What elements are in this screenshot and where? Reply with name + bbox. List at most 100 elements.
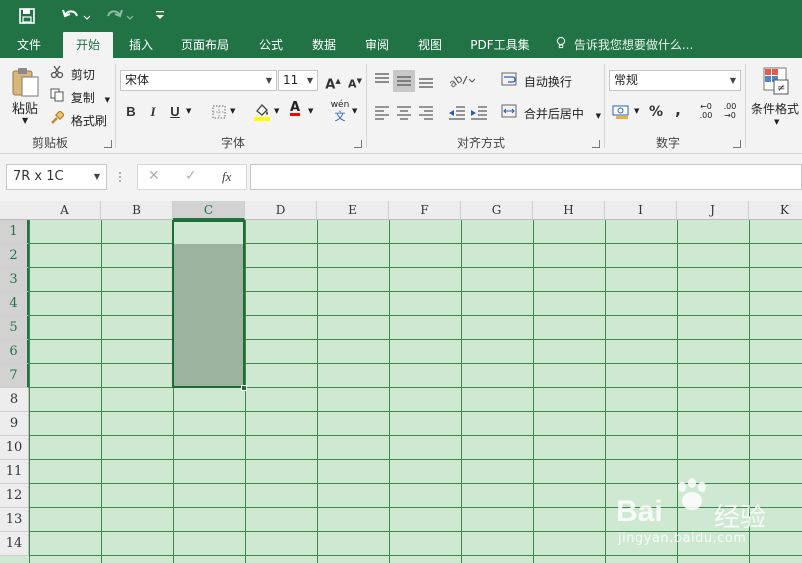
row-header-5[interactable]: 5 <box>0 316 29 340</box>
customize-icon[interactable] <box>154 9 166 21</box>
insert-function-icon[interactable]: fx <box>222 169 231 185</box>
column-header-c[interactable]: C <box>173 201 245 220</box>
italic-button[interactable]: I <box>142 101 164 123</box>
alignment-launcher-icon[interactable] <box>592 140 600 148</box>
fill-color-icon[interactable] <box>253 102 271 122</box>
underline-dropdown-icon[interactable]: ▼ <box>186 107 191 115</box>
chevron-down-icon[interactable]: ▼ <box>94 165 100 189</box>
align-right-icon[interactable] <box>416 102 436 122</box>
merge-dropdown-icon[interactable]: ▼ <box>596 112 601 120</box>
column-header-k[interactable]: K <box>749 201 802 220</box>
bottom-align-icon[interactable] <box>416 70 436 90</box>
column-header-a[interactable]: A <box>29 201 101 220</box>
percent-button[interactable]: % <box>645 101 667 123</box>
tab-review[interactable]: 审阅 <box>353 32 401 58</box>
tab-data[interactable]: 数据 <box>300 32 348 58</box>
number-launcher-icon[interactable] <box>733 140 741 148</box>
more-options-icon[interactable] <box>118 171 122 183</box>
column-header-d[interactable]: D <box>245 201 317 220</box>
tab-insert[interactable]: 插入 <box>117 32 165 58</box>
tab-file[interactable]: 文件 <box>4 32 54 58</box>
paste-dropdown-icon[interactable]: ▼ <box>22 116 28 125</box>
cut-button[interactable]: 剪切 <box>50 65 95 83</box>
column-header-j[interactable]: J <box>677 201 749 220</box>
middle-align-icon[interactable] <box>393 70 415 92</box>
currency-icon[interactable] <box>612 103 632 121</box>
clipboard-launcher-icon[interactable] <box>104 140 112 148</box>
top-align-icon[interactable] <box>372 70 392 90</box>
borders-dropdown-icon[interactable]: ▼ <box>230 107 235 115</box>
selected-range[interactable] <box>172 220 245 388</box>
align-center-icon[interactable] <box>394 102 414 122</box>
save-icon[interactable] <box>19 8 35 24</box>
tab-pdf-tools[interactable]: PDF工具集 <box>462 32 538 58</box>
column-header-b[interactable]: B <box>101 201 173 220</box>
font-name-dropdown[interactable]: 宋体 ▼ <box>120 70 277 91</box>
copy-button[interactable]: 复制 ▼ <box>50 88 110 106</box>
active-cell[interactable] <box>174 222 243 244</box>
conditional-format-icon[interactable]: ≠ <box>762 66 790 96</box>
comma-button[interactable]: , <box>667 99 689 121</box>
phonetic-guide-button[interactable]: wén 文 <box>330 100 350 124</box>
increase-indent-icon[interactable] <box>469 102 489 122</box>
row-header-8[interactable]: 8 <box>0 388 29 412</box>
font-size-dropdown[interactable]: 11 ▼ <box>278 70 318 91</box>
paste-icon[interactable] <box>11 66 41 98</box>
row-header-4[interactable]: 4 <box>0 292 29 316</box>
tell-me-box[interactable]: 告诉我您想要做什么... <box>556 32 693 58</box>
increase-decimal-button[interactable]: ←0 .00 <box>695 102 717 124</box>
enter-icon[interactable]: ✓ <box>185 168 197 184</box>
row-header-7[interactable]: 7 <box>0 364 29 388</box>
row-header-6[interactable]: 6 <box>0 340 29 364</box>
cancel-icon[interactable]: ✕ <box>148 168 160 184</box>
column-header-e[interactable]: E <box>317 201 389 220</box>
borders-icon[interactable] <box>212 105 226 119</box>
row-header-14[interactable]: 14 <box>0 532 29 556</box>
decrease-decimal-button[interactable]: .00 →0 <box>719 102 741 124</box>
formula-input[interactable] <box>250 164 802 190</box>
currency-dropdown-icon[interactable]: ▼ <box>634 107 639 115</box>
copy-dropdown-icon[interactable]: ▼ <box>105 96 110 104</box>
tab-formulas[interactable]: 公式 <box>247 32 295 58</box>
bold-button[interactable]: B <box>120 101 142 123</box>
font-color-button[interactable]: A <box>286 100 304 122</box>
row-header-9[interactable]: 9 <box>0 412 29 436</box>
redo-icon[interactable] <box>106 7 136 25</box>
undo-icon[interactable] <box>61 7 91 25</box>
conditional-format-dropdown-icon[interactable]: ▼ <box>774 118 779 126</box>
column-header-i[interactable]: I <box>605 201 677 220</box>
format-painter-button[interactable]: 格式刷 <box>50 110 107 129</box>
underline-button[interactable]: U <box>164 101 186 123</box>
title-bar <box>0 0 802 32</box>
row-header-1[interactable]: 1 <box>0 220 29 244</box>
row-header-2[interactable]: 2 <box>0 244 29 268</box>
spreadsheet-grid[interactable]: ABCDEFGHIJK 1 2 3 4 5 6 7 8 9 10 11 12 13 14 Bai 经验 j… <box>0 201 802 563</box>
column-header-h[interactable]: H <box>533 201 605 220</box>
phonetic-dropdown-icon[interactable]: ▼ <box>352 107 357 115</box>
tab-home[interactable]: 开始 <box>63 32 113 58</box>
column-header-g[interactable]: G <box>461 201 533 220</box>
row-header-10[interactable]: 10 <box>0 436 29 460</box>
fill-handle[interactable] <box>241 385 247 391</box>
font-launcher-icon[interactable] <box>354 140 362 148</box>
wrap-text-button[interactable]: 自动换行 <box>501 72 572 90</box>
merge-center-button[interactable]: 合并后居中 ▼ <box>501 104 601 122</box>
tab-page-layout[interactable]: 页面布局 <box>170 32 240 58</box>
conditional-format-button[interactable]: 条件格式 <box>751 100 799 117</box>
number-format-dropdown[interactable]: 常规 ▼ <box>609 70 741 91</box>
font-color-dropdown-icon[interactable]: ▼ <box>308 107 313 115</box>
row-header-3[interactable]: 3 <box>0 268 29 292</box>
orientation-icon[interactable]: ab <box>446 70 476 91</box>
decrease-indent-icon[interactable] <box>447 102 467 122</box>
row-header-11[interactable]: 11 <box>0 460 29 484</box>
shrink-font-button[interactable]: A▼ <box>344 70 366 92</box>
row-header-13[interactable]: 13 <box>0 508 29 532</box>
tab-view[interactable]: 视图 <box>406 32 454 58</box>
align-left-icon[interactable] <box>372 102 392 122</box>
fill-color-dropdown-icon[interactable]: ▼ <box>274 107 279 115</box>
row-header-12[interactable]: 12 <box>0 484 29 508</box>
grow-font-button[interactable]: A▲ <box>322 70 344 92</box>
name-box[interactable]: 7R x 1C ▼ <box>6 164 107 190</box>
column-header-f[interactable]: F <box>389 201 461 220</box>
paste-button[interactable]: 粘贴 <box>12 98 38 117</box>
